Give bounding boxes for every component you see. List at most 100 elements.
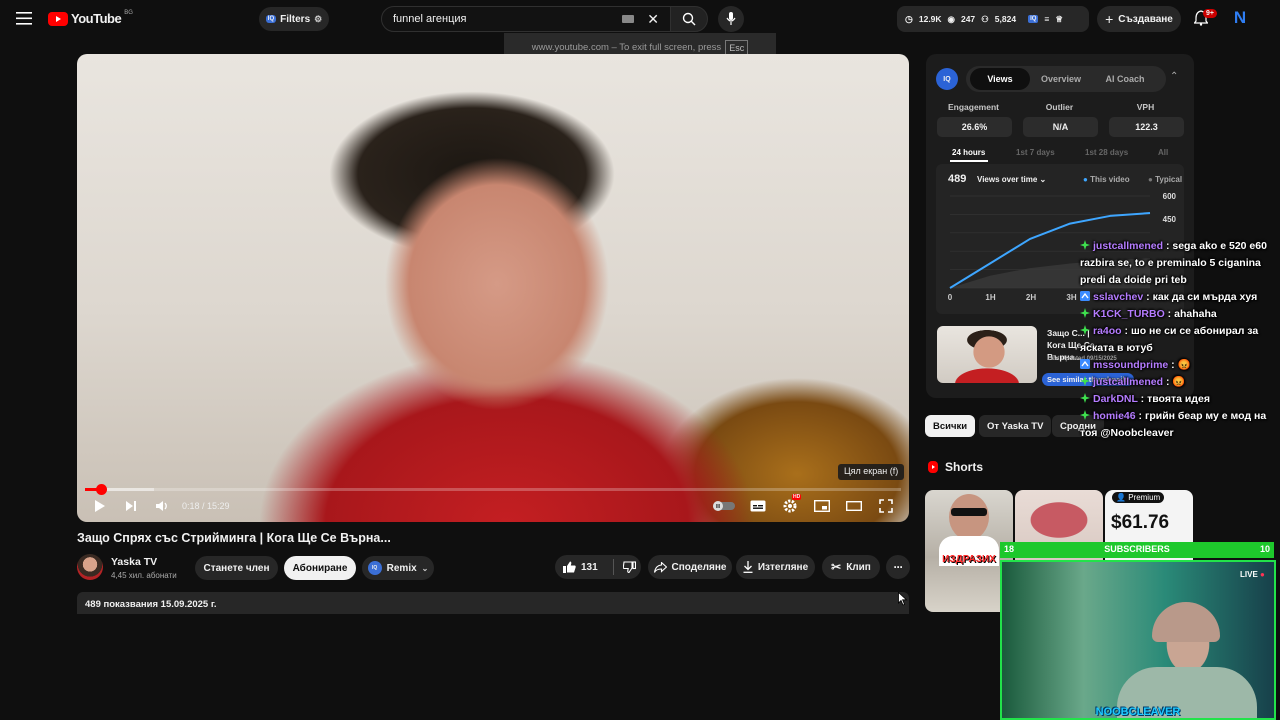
share-button[interactable]: Споделяне <box>648 555 732 579</box>
clip-label: Клип <box>846 561 871 573</box>
logo-text: YouTube <box>71 11 122 26</box>
youtube-logo[interactable]: YouTube BG <box>48 9 133 26</box>
green-badge-icon <box>1080 240 1090 250</box>
active-range-underline <box>950 160 988 162</box>
x-tick-label: 0 <box>948 293 953 302</box>
legend-typical-label: Typical <box>1155 175 1183 184</box>
filters-label: Filters <box>280 13 311 25</box>
chat-separator: : <box>1137 393 1148 405</box>
chat-username[interactable]: K1CK_TURBO <box>1093 308 1165 320</box>
range-first-28-days[interactable]: 1st 28 days <box>1085 148 1128 157</box>
create-button[interactable]: + Създаване <box>1097 6 1181 32</box>
download-button[interactable]: Изтегляне <box>736 555 815 579</box>
chat-separator: : <box>1163 240 1173 252</box>
thumbs-down-icon[interactable] <box>622 561 636 573</box>
chat-username[interactable]: homie46 <box>1093 410 1136 422</box>
premium-label: Premium <box>1128 493 1161 502</box>
chip-from-channel[interactable]: От Yaska TV <box>979 415 1052 437</box>
settings-button[interactable]: HD <box>780 494 802 516</box>
iq-icon: IQ <box>367 561 382 575</box>
chat-separator: : <box>1163 376 1173 388</box>
chip-all[interactable]: Всички <box>925 415 976 437</box>
range-24-hours[interactable]: 24 hours <box>952 148 985 157</box>
related-video-thumbnail[interactable] <box>937 326 1037 383</box>
subscribe-button[interactable]: Абониране <box>284 556 356 580</box>
chat-username[interactable]: mssoundprime <box>1093 359 1168 371</box>
green-badge-icon <box>1080 410 1090 420</box>
scrubber-handle[interactable] <box>95 484 107 495</box>
sliders-icon: ⚙ <box>314 13 323 24</box>
more-icon: ··· <box>893 560 904 574</box>
range-first-7-days[interactable]: 1st 7 days <box>1016 148 1055 157</box>
remix-button[interactable]: IQ Remix ⌄ <box>362 556 434 580</box>
legend-this-video: ● This video <box>1083 175 1130 184</box>
metric-label-engagement: Engagement <box>947 102 999 112</box>
collapse-chevron-icon[interactable]: ⌃ <box>1170 71 1178 82</box>
miniplayer-button[interactable] <box>812 496 832 516</box>
metric-value-vph: 122.3 <box>1109 117 1184 137</box>
chat-username[interactable]: ra4oo <box>1093 325 1122 337</box>
channel-name[interactable]: Yaska TV <box>111 556 157 568</box>
chat-text: как да си мърда хуя <box>1152 291 1258 303</box>
tab-overview[interactable]: Overview <box>1032 68 1090 90</box>
chat-separator: : <box>1135 410 1145 422</box>
youtube-play-icon <box>48 11 68 26</box>
search-button[interactable] <box>670 6 708 32</box>
description-box[interactable]: 489 показвания 15.09.2025 г. <box>77 592 909 614</box>
clear-search-icon[interactable]: ✕ <box>647 11 659 28</box>
thumbs-up-icon[interactable] <box>563 561 576 573</box>
chat-username[interactable]: justcallmened <box>1093 240 1163 252</box>
hamburger-menu-icon[interactable] <box>16 12 32 25</box>
shorts-title: Shorts <box>945 460 984 474</box>
subtitles-button[interactable] <box>748 496 768 516</box>
chat-username[interactable]: sslavchev <box>1093 291 1143 303</box>
autoplay-toggle[interactable] <box>712 496 736 516</box>
search-input[interactable]: funnel агенция ✕ <box>381 6 671 32</box>
channel-avatar[interactable] <box>77 554 103 580</box>
next-button[interactable] <box>121 496 141 516</box>
volume-button[interactable] <box>152 496 172 516</box>
tab-views[interactable]: Views <box>970 68 1030 90</box>
more-actions-button[interactable]: ··· <box>886 555 910 579</box>
trophy-icon[interactable]: ♕ <box>1055 14 1063 25</box>
voice-search-button[interactable] <box>718 6 744 32</box>
tab-ai-coach[interactable]: AI Coach <box>1092 68 1158 90</box>
play-button[interactable] <box>90 496 110 516</box>
iq-icon[interactable]: IQ <box>1028 15 1039 23</box>
share-label: Споделяне <box>671 561 727 573</box>
y-tick-label: 450 <box>1163 215 1177 224</box>
video-player[interactable] <box>77 54 909 522</box>
iq-icon: IQ <box>265 15 277 23</box>
list-icon[interactable]: ≡ <box>1044 14 1049 24</box>
account-avatar[interactable]: N <box>1230 8 1250 28</box>
fullscreen-tooltip: Цял екран (f) <box>838 464 905 480</box>
range-all[interactable]: All <box>1158 148 1168 157</box>
chevron-down-icon: ⌄ <box>421 563 429 573</box>
fullscreen-icon <box>879 499 893 513</box>
chat-message: justcallmened : sega ako e 520 e60 razbi… <box>1080 238 1280 289</box>
chat-text: 😡 <box>1177 359 1191 371</box>
fullscreen-button[interactable] <box>876 496 896 516</box>
keyboard-icon[interactable] <box>622 15 634 23</box>
theater-mode-button[interactable] <box>844 496 864 516</box>
chat-username[interactable]: justcallmened <box>1093 376 1163 388</box>
country-code: BG <box>124 9 133 16</box>
vidiq-stats-bar[interactable]: ◷ 12.9K ◉ 247 ⚇ 5,824 IQ ≡ ♕ <box>897 6 1089 32</box>
hd-badge: HD <box>792 494 802 500</box>
clip-button[interactable]: ✂ Клип <box>822 555 880 579</box>
filters-button[interactable]: IQ Filters ⚙ <box>259 7 329 31</box>
progress-bar[interactable] <box>85 484 901 495</box>
time-display: 0:18 / 15:29 <box>182 501 230 511</box>
legend-this-label: This video <box>1090 175 1130 184</box>
video-title: Защо Спрях със Стрийминга | Кога Ще Се В… <box>77 531 391 545</box>
chat-message: sslavchev : как да си мърда хуя <box>1080 289 1280 306</box>
stat-views: 12.9K <box>918 14 942 24</box>
shorts-icon <box>928 461 938 473</box>
views-dropdown[interactable]: Views over time ⌄ <box>977 175 1046 184</box>
miniplayer-icon <box>814 500 830 512</box>
join-button[interactable]: Станете член <box>195 556 278 580</box>
iq-icon: IQ <box>936 68 958 90</box>
webcam-head <box>1152 602 1220 642</box>
live-indicator: LIVE ● <box>1240 570 1265 579</box>
chat-username[interactable]: DarkDNL <box>1093 393 1138 405</box>
